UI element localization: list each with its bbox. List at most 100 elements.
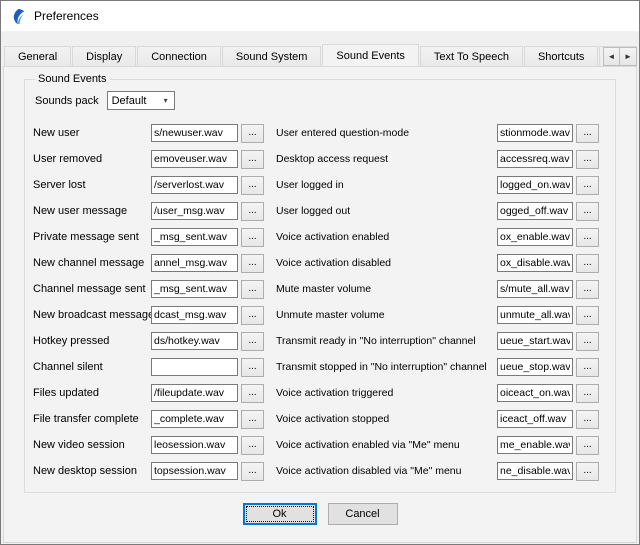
sounds-pack-label: Sounds pack bbox=[35, 95, 99, 107]
sound-file-input[interactable] bbox=[497, 332, 573, 350]
sound-file-input[interactable] bbox=[497, 176, 573, 194]
sound-file-input[interactable] bbox=[497, 254, 573, 272]
sound-file-input[interactable] bbox=[151, 280, 238, 298]
sound-events-groupbox: Sound Events Sounds pack Default ▾ New u… bbox=[24, 73, 616, 493]
event-row: Transmit ready in "No interruption" chan… bbox=[276, 328, 599, 354]
event-row: Transmit stopped in "No interruption" ch… bbox=[276, 354, 599, 380]
tab-scroll-control: ◄ ► bbox=[601, 47, 637, 66]
event-label: Mute master volume bbox=[276, 283, 497, 295]
sound-file-input[interactable] bbox=[497, 124, 573, 142]
sound-file-input[interactable] bbox=[497, 410, 573, 428]
dialog-buttons: Ok Cancel bbox=[4, 503, 636, 525]
titlebar: Preferences bbox=[1, 1, 639, 31]
event-label: Desktop access request bbox=[276, 153, 497, 165]
event-row: New broadcast message ... bbox=[33, 302, 264, 328]
browse-button[interactable]: ... bbox=[576, 332, 599, 351]
sound-file-input[interactable] bbox=[497, 436, 573, 454]
event-label: Voice activation enabled bbox=[276, 231, 497, 243]
sound-file-input[interactable] bbox=[497, 384, 573, 402]
browse-button[interactable]: ... bbox=[241, 150, 264, 169]
browse-button[interactable]: ... bbox=[241, 332, 264, 351]
browse-button[interactable]: ... bbox=[576, 384, 599, 403]
sounds-pack-combobox[interactable]: Default ▾ bbox=[107, 91, 175, 110]
sound-file-input[interactable] bbox=[151, 202, 238, 220]
browse-button[interactable]: ... bbox=[241, 228, 264, 247]
event-label: User logged in bbox=[276, 179, 497, 191]
sound-file-input[interactable] bbox=[497, 358, 573, 376]
event-row: Channel silent ... bbox=[33, 354, 264, 380]
event-row: User logged in ... bbox=[276, 172, 599, 198]
sound-file-input[interactable] bbox=[151, 462, 238, 480]
sound-file-input[interactable] bbox=[151, 228, 238, 246]
browse-button[interactable]: ... bbox=[576, 228, 599, 247]
event-row: Voice activation disabled via "Me" menu … bbox=[276, 458, 599, 484]
tab-scroll-right-icon[interactable]: ► bbox=[620, 47, 637, 66]
event-label: Unmute master volume bbox=[276, 309, 497, 321]
browse-button[interactable]: ... bbox=[576, 410, 599, 429]
sound-file-input[interactable] bbox=[497, 228, 573, 246]
sound-file-input[interactable] bbox=[151, 176, 238, 194]
event-row: Mute master volume ... bbox=[276, 276, 599, 302]
browse-button[interactable]: ... bbox=[241, 280, 264, 299]
browse-button[interactable]: ... bbox=[576, 254, 599, 273]
sound-file-input[interactable] bbox=[151, 124, 238, 142]
tab-sound-events[interactable]: Sound Events bbox=[322, 44, 419, 67]
tab-scroll-left-icon[interactable]: ◄ bbox=[603, 47, 620, 66]
event-label: User removed bbox=[33, 153, 151, 165]
sound-file-input[interactable] bbox=[151, 436, 238, 454]
event-label: New broadcast message bbox=[33, 309, 151, 321]
sound-file-input[interactable] bbox=[151, 150, 238, 168]
browse-button[interactable]: ... bbox=[576, 462, 599, 481]
browse-button[interactable]: ... bbox=[241, 254, 264, 273]
browse-button[interactable]: ... bbox=[241, 124, 264, 143]
browse-button[interactable]: ... bbox=[241, 384, 264, 403]
browse-button[interactable]: ... bbox=[576, 306, 599, 325]
tab-connection[interactable]: Connection bbox=[137, 46, 221, 66]
browse-button[interactable]: ... bbox=[576, 280, 599, 299]
tab-display[interactable]: Display bbox=[72, 46, 136, 66]
event-label: New user bbox=[33, 127, 151, 139]
tab-general[interactable]: General bbox=[4, 46, 71, 66]
event-row: Server lost ... bbox=[33, 172, 264, 198]
sound-file-input[interactable] bbox=[151, 332, 238, 350]
browse-button[interactable]: ... bbox=[576, 358, 599, 377]
event-row: New user ... bbox=[33, 120, 264, 146]
browse-button[interactable]: ... bbox=[576, 150, 599, 169]
sound-file-input[interactable] bbox=[497, 150, 573, 168]
tabstrip: General Display Connection Sound System … bbox=[3, 44, 637, 67]
browse-button[interactable]: ... bbox=[576, 124, 599, 143]
sound-file-input[interactable] bbox=[497, 462, 573, 480]
browse-button[interactable]: ... bbox=[241, 358, 264, 377]
tab-text-to-speech[interactable]: Text To Speech bbox=[420, 46, 523, 66]
sound-file-input[interactable] bbox=[497, 202, 573, 220]
event-label: File transfer complete bbox=[33, 413, 151, 425]
groupbox-title: Sound Events bbox=[35, 73, 110, 85]
event-row: Channel message sent ... bbox=[33, 276, 264, 302]
tab-shortcuts[interactable]: Shortcuts bbox=[524, 46, 598, 66]
sound-file-input[interactable] bbox=[151, 384, 238, 402]
browse-button[interactable]: ... bbox=[576, 436, 599, 455]
browse-button[interactable]: ... bbox=[576, 202, 599, 221]
event-row: User logged out ... bbox=[276, 198, 599, 224]
browse-button[interactable]: ... bbox=[241, 462, 264, 481]
event-label: Voice activation disabled via "Me" menu bbox=[276, 465, 497, 477]
event-label: Hotkey pressed bbox=[33, 335, 151, 347]
sound-file-input[interactable] bbox=[151, 306, 238, 324]
ok-button[interactable]: Ok bbox=[243, 503, 317, 525]
sound-file-input[interactable] bbox=[497, 306, 573, 324]
sound-file-input[interactable] bbox=[151, 358, 238, 376]
tab-sound-system[interactable]: Sound System bbox=[222, 46, 322, 66]
browse-button[interactable]: ... bbox=[241, 410, 264, 429]
sound-file-input[interactable] bbox=[151, 254, 238, 272]
browse-button[interactable]: ... bbox=[241, 202, 264, 221]
right-event-column: User entered question-mode ... Desktop a… bbox=[276, 120, 599, 484]
browse-button[interactable]: ... bbox=[241, 306, 264, 325]
sound-file-input[interactable] bbox=[497, 280, 573, 298]
cancel-button[interactable]: Cancel bbox=[328, 503, 398, 525]
event-label: Transmit ready in "No interruption" chan… bbox=[276, 335, 497, 347]
sound-file-input[interactable] bbox=[151, 410, 238, 428]
browse-button[interactable]: ... bbox=[241, 176, 264, 195]
browse-button[interactable]: ... bbox=[241, 436, 264, 455]
browse-button[interactable]: ... bbox=[576, 176, 599, 195]
event-label: Transmit stopped in "No interruption" ch… bbox=[276, 361, 497, 373]
